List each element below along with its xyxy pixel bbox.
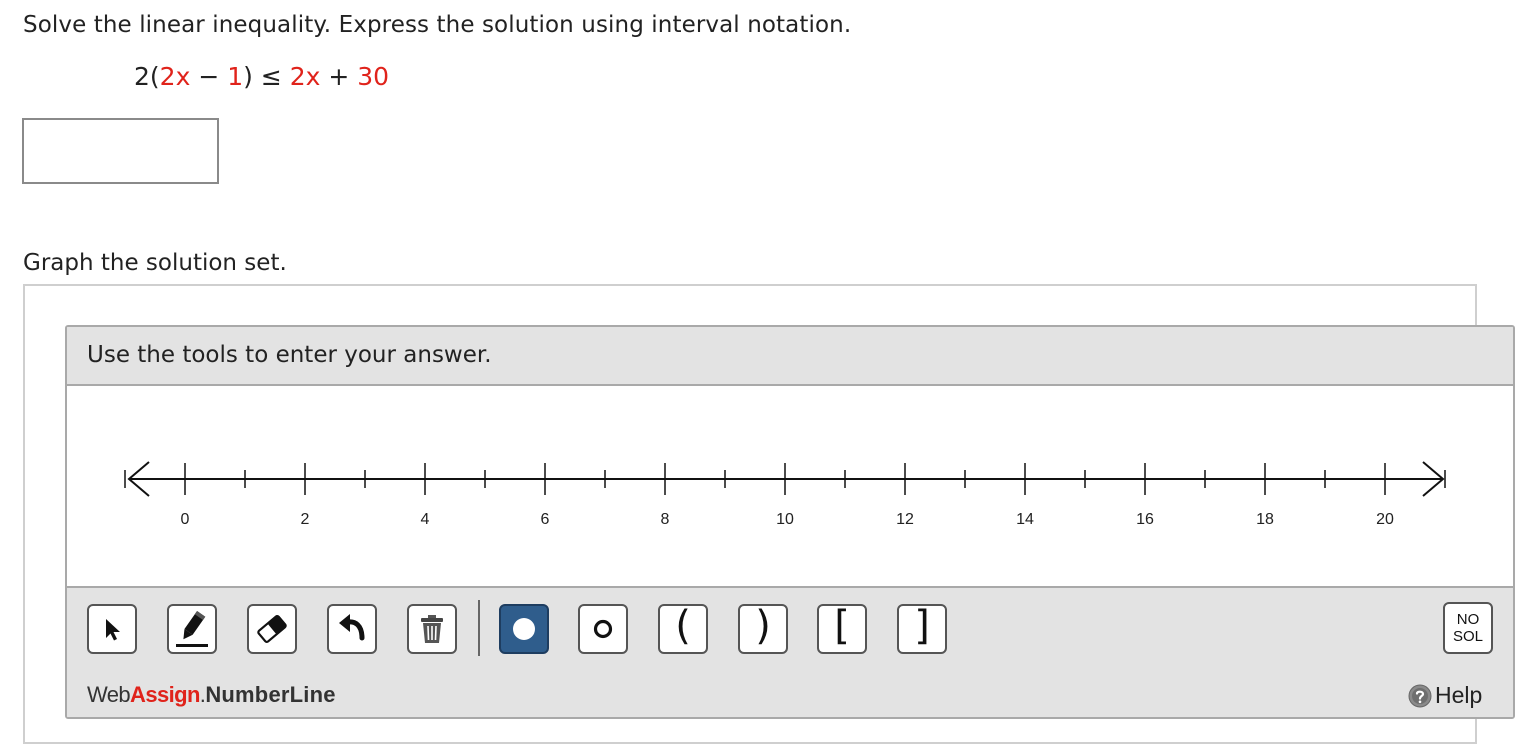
help-link[interactable]: Help (1408, 682, 1482, 709)
no-solution-line1: NO (1456, 611, 1480, 628)
open-left-paren-tool-button[interactable]: ( (658, 604, 708, 654)
toolbar-divider (478, 600, 480, 656)
tick-label: 8 (661, 511, 670, 528)
widget-header: Use the tools to enter your answer. (67, 327, 1513, 386)
left-paren-label: ( (675, 603, 691, 649)
trash-can-icon (421, 615, 443, 643)
no-solution-line2: SOL (1452, 628, 1483, 645)
arrow-cursor-icon (106, 619, 120, 641)
graph-prompt: Graph the solution set. (23, 250, 287, 276)
tick-label: 16 (1136, 511, 1154, 528)
pencil-tool-button[interactable] (167, 604, 217, 654)
tick-label: 20 (1376, 511, 1394, 528)
trash-tool-button[interactable] (407, 604, 457, 654)
open-right-paren-tool-button[interactable]: ) (738, 604, 788, 654)
closed-right-bracket-tool-button[interactable]: ] (897, 604, 947, 654)
tick-label: 0 (181, 511, 190, 528)
tool-bar: ( ) [ ] NO SOL (67, 586, 1513, 670)
widget-instructions: Use the tools to enter your answer. (87, 342, 492, 368)
number-line[interactable]: 0 2 4 6 8 10 12 14 16 18 20 (67, 386, 1513, 586)
right-paren-label: ) (755, 603, 771, 649)
open-point-tool-button[interactable] (578, 604, 628, 654)
undo-arrow-icon (339, 614, 365, 641)
tick-label: 18 (1256, 511, 1274, 528)
webassign-logo: WebAssign.NumberLine (87, 682, 336, 707)
open-circle-icon (593, 619, 613, 639)
tick-label: 10 (776, 511, 794, 528)
numberline-widget: Use the tools to enter your answer. 0 2 4 6… (65, 325, 1515, 719)
right-bracket-label: ] (914, 603, 930, 649)
help-question-icon (1408, 684, 1432, 707)
help-label: Help (1435, 682, 1483, 708)
eraser-icon (257, 614, 287, 644)
filled-circle-icon (513, 618, 535, 640)
pencil-icon (176, 611, 208, 647)
interval-answer-input[interactable] (22, 118, 219, 184)
no-solution-button[interactable]: NO SOL (1443, 602, 1493, 654)
closed-left-bracket-tool-button[interactable]: [ (817, 604, 867, 654)
undo-tool-button[interactable] (327, 604, 377, 654)
tick-label: 6 (541, 511, 550, 528)
tick-label: 14 (1016, 511, 1034, 528)
tick-label: 12 (896, 511, 914, 528)
eraser-tool-button[interactable] (247, 604, 297, 654)
left-bracket-label: [ (834, 603, 850, 649)
tick-label: 4 (421, 511, 430, 528)
question-prompt: Solve the linear inequality. Express the… (23, 12, 852, 38)
inequality-expression: 2(2x − 1) ≤ 2x + 30 (134, 62, 390, 91)
pointer-tool-button[interactable] (87, 604, 137, 654)
tick-label: 2 (301, 511, 310, 528)
closed-point-tool-button[interactable] (499, 604, 549, 654)
widget-footer: WebAssign.NumberLine Help (67, 668, 1513, 717)
